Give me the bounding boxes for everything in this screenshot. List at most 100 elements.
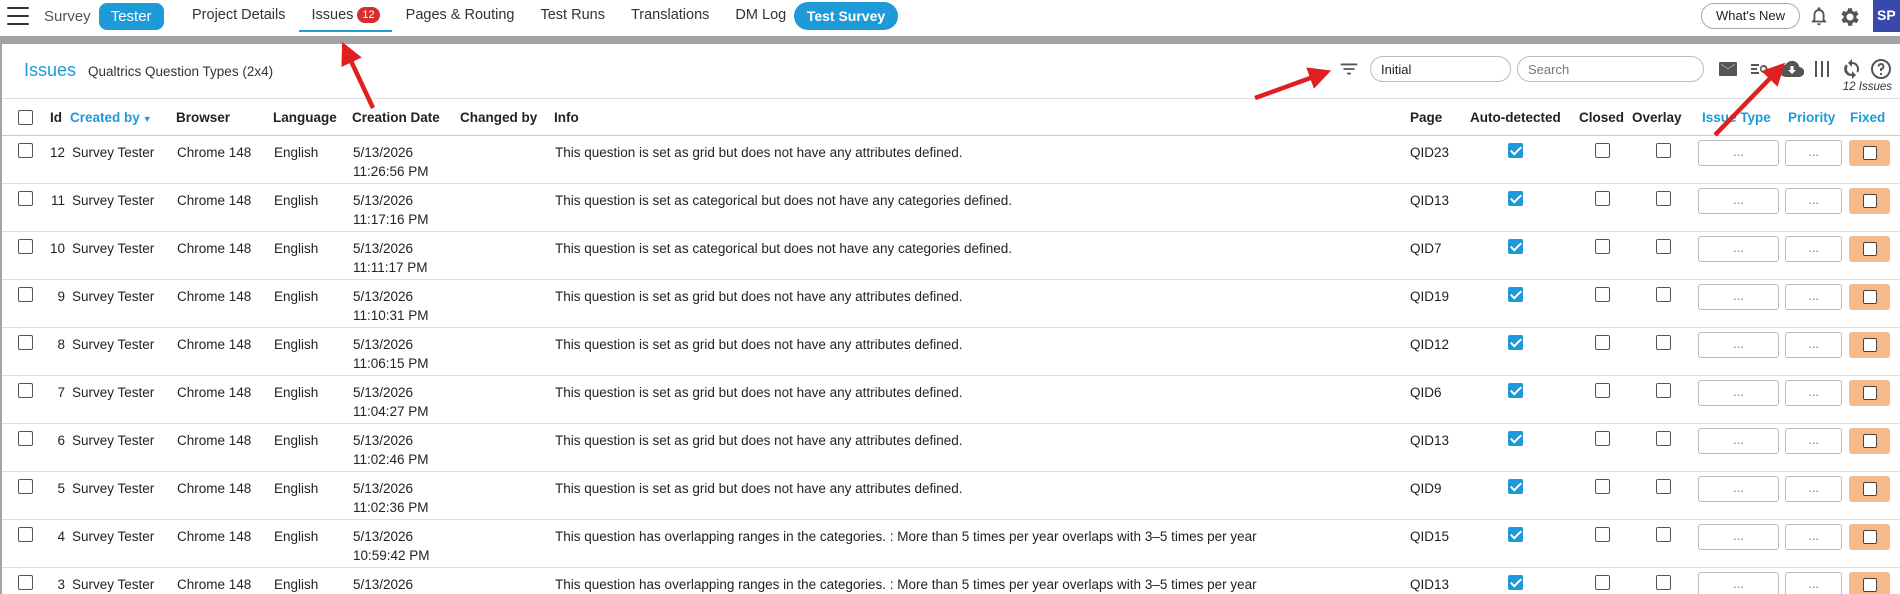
tab-dm-log[interactable]: DM Log bbox=[723, 0, 798, 32]
fixed-toggle[interactable] bbox=[1849, 524, 1890, 550]
table-row[interactable]: 8 Survey Tester Chrome 148 English 5/13/2026… bbox=[2, 328, 1900, 376]
header-priority[interactable]: Priority bbox=[1788, 110, 1835, 125]
mail-icon[interactable] bbox=[1716, 57, 1740, 81]
issue-info[interactable]: This question is set as grid but does no… bbox=[555, 145, 963, 160]
issue-type-select[interactable]: ... bbox=[1698, 572, 1779, 594]
page-id[interactable]: QID13 bbox=[1410, 193, 1449, 208]
table-row[interactable]: 5 Survey Tester Chrome 148 English 5/13/2026… bbox=[2, 472, 1900, 520]
help-icon[interactable] bbox=[1869, 57, 1893, 81]
closed-checkbox[interactable] bbox=[1595, 143, 1610, 158]
issue-type-select[interactable]: ... bbox=[1698, 476, 1779, 502]
auto-detected-checkbox[interactable] bbox=[1508, 191, 1523, 206]
header-page[interactable]: Page bbox=[1410, 110, 1442, 125]
filter-input[interactable] bbox=[1370, 56, 1511, 82]
issue-info[interactable]: This question has overlapping ranges in … bbox=[555, 577, 1257, 592]
tab-project-details[interactable]: Project Details bbox=[180, 0, 297, 32]
priority-select[interactable]: ... bbox=[1785, 236, 1842, 262]
priority-select[interactable]: ... bbox=[1785, 140, 1842, 166]
table-row[interactable]: 9 Survey Tester Chrome 148 English 5/13/2026… bbox=[2, 280, 1900, 328]
header-changed-by[interactable]: Changed by bbox=[460, 110, 537, 125]
priority-select[interactable]: ... bbox=[1785, 572, 1842, 594]
fixed-toggle[interactable] bbox=[1849, 476, 1890, 502]
table-row[interactable]: 6 Survey Tester Chrome 148 English 5/13/2026… bbox=[2, 424, 1900, 472]
overlay-checkbox[interactable] bbox=[1656, 143, 1671, 158]
header-creation-date[interactable]: Creation Date bbox=[352, 110, 440, 125]
issue-info[interactable]: This question is set as grid but does no… bbox=[555, 385, 963, 400]
issue-info[interactable]: This question is set as categorical but … bbox=[555, 193, 1012, 208]
closed-checkbox[interactable] bbox=[1595, 479, 1610, 494]
auto-detected-checkbox[interactable] bbox=[1508, 527, 1523, 542]
row-select-checkbox[interactable] bbox=[18, 383, 33, 398]
whats-new-button[interactable]: What's New bbox=[1701, 3, 1800, 29]
table-row[interactable]: 12 Survey Tester Chrome 148 English 5/13/202… bbox=[2, 136, 1900, 184]
overlay-checkbox[interactable] bbox=[1656, 479, 1671, 494]
row-select-checkbox[interactable] bbox=[18, 527, 33, 542]
overlay-checkbox[interactable] bbox=[1656, 239, 1671, 254]
issue-type-select[interactable]: ... bbox=[1698, 380, 1779, 406]
overlay-checkbox[interactable] bbox=[1656, 335, 1671, 350]
issue-info[interactable]: This question is set as grid but does no… bbox=[555, 433, 963, 448]
overlay-checkbox[interactable] bbox=[1656, 191, 1671, 206]
page-id[interactable]: QID12 bbox=[1410, 337, 1449, 352]
issue-type-select[interactable]: ... bbox=[1698, 236, 1779, 262]
auto-detected-checkbox[interactable] bbox=[1508, 287, 1523, 302]
issue-type-select[interactable]: ... bbox=[1698, 428, 1779, 454]
closed-checkbox[interactable] bbox=[1595, 575, 1610, 590]
priority-select[interactable]: ... bbox=[1785, 332, 1842, 358]
header-issue-type[interactable]: Issue Type bbox=[1702, 110, 1771, 125]
fixed-toggle[interactable] bbox=[1849, 140, 1890, 166]
issue-info[interactable]: This question is set as grid but does no… bbox=[555, 289, 963, 304]
closed-checkbox[interactable] bbox=[1595, 287, 1610, 302]
tab-issues[interactable]: Issues 12 bbox=[299, 0, 392, 32]
page-id[interactable]: QID7 bbox=[1410, 241, 1442, 256]
priority-select[interactable]: ... bbox=[1785, 476, 1842, 502]
header-overlay[interactable]: Overlay bbox=[1632, 110, 1682, 125]
header-language[interactable]: Language bbox=[273, 110, 337, 125]
page-id[interactable]: QID23 bbox=[1410, 145, 1449, 160]
fixed-toggle[interactable] bbox=[1849, 380, 1890, 406]
issue-info[interactable]: This question has overlapping ranges in … bbox=[555, 529, 1257, 544]
page-id[interactable]: QID15 bbox=[1410, 529, 1449, 544]
row-select-checkbox[interactable] bbox=[18, 239, 33, 254]
tab-translations[interactable]: Translations bbox=[619, 0, 721, 32]
issue-info[interactable]: This question is set as categorical but … bbox=[555, 241, 1012, 256]
overlay-checkbox[interactable] bbox=[1656, 287, 1671, 302]
issue-info[interactable]: This question is set as grid but does no… bbox=[555, 481, 963, 496]
search-list-icon[interactable] bbox=[1748, 57, 1772, 81]
row-select-checkbox[interactable] bbox=[18, 431, 33, 446]
table-row[interactable]: 10 Survey Tester Chrome 148 English 5/13/202… bbox=[2, 232, 1900, 280]
priority-select[interactable]: ... bbox=[1785, 284, 1842, 310]
table-row[interactable]: 3 Survey Tester Chrome 148 English 5/13/2026… bbox=[2, 568, 1900, 594]
overlay-checkbox[interactable] bbox=[1656, 527, 1671, 542]
page-id[interactable]: QID6 bbox=[1410, 385, 1442, 400]
table-row[interactable]: 11 Survey Tester Chrome 148 English 5/13/202… bbox=[2, 184, 1900, 232]
header-id[interactable]: Id bbox=[50, 110, 62, 125]
closed-checkbox[interactable] bbox=[1595, 239, 1610, 254]
fixed-toggle[interactable] bbox=[1849, 284, 1890, 310]
overlay-checkbox[interactable] bbox=[1656, 383, 1671, 398]
overlay-checkbox[interactable] bbox=[1656, 575, 1671, 590]
header-auto-detected[interactable]: Auto-detected bbox=[1470, 110, 1561, 125]
fixed-toggle[interactable] bbox=[1849, 188, 1890, 214]
auto-detected-checkbox[interactable] bbox=[1508, 335, 1523, 350]
closed-checkbox[interactable] bbox=[1595, 335, 1610, 350]
header-browser[interactable]: Browser bbox=[176, 110, 230, 125]
header-closed[interactable]: Closed bbox=[1579, 110, 1624, 125]
refresh-icon[interactable] bbox=[1840, 57, 1864, 81]
issue-type-select[interactable]: ... bbox=[1698, 140, 1779, 166]
closed-checkbox[interactable] bbox=[1595, 431, 1610, 446]
cloud-download-icon[interactable] bbox=[1780, 57, 1804, 81]
row-select-checkbox[interactable] bbox=[18, 335, 33, 350]
row-select-checkbox[interactable] bbox=[18, 191, 33, 206]
tab-test-runs[interactable]: Test Runs bbox=[528, 0, 616, 32]
tab-pages-routing[interactable]: Pages & Routing bbox=[394, 0, 527, 32]
closed-checkbox[interactable] bbox=[1595, 383, 1610, 398]
closed-checkbox[interactable] bbox=[1595, 527, 1610, 542]
header-info[interactable]: Info bbox=[554, 110, 579, 125]
fixed-toggle[interactable] bbox=[1849, 428, 1890, 454]
fixed-toggle[interactable] bbox=[1849, 572, 1890, 594]
auto-detected-checkbox[interactable] bbox=[1508, 575, 1523, 590]
closed-checkbox[interactable] bbox=[1595, 191, 1610, 206]
auto-detected-checkbox[interactable] bbox=[1508, 431, 1523, 446]
columns-icon[interactable] bbox=[1810, 57, 1834, 81]
